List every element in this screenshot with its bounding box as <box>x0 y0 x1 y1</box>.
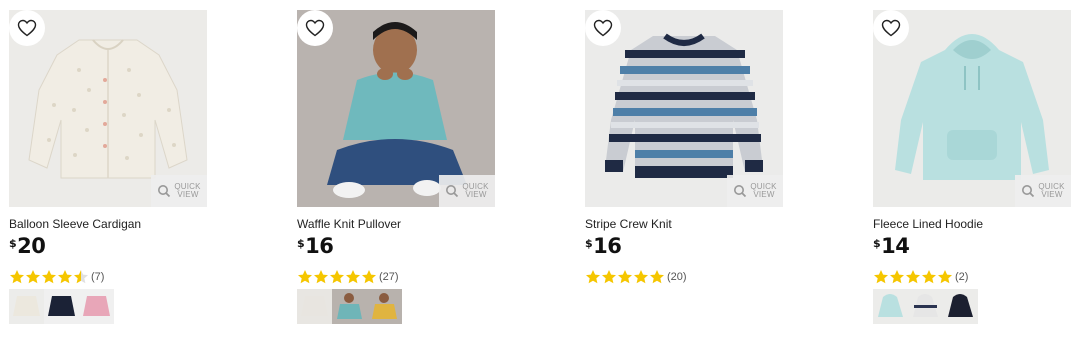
product-name[interactable]: Balloon Sleeve Cardigan <box>9 217 207 231</box>
star-icon <box>57 269 73 285</box>
wishlist-heart-icon[interactable] <box>873 10 909 46</box>
wishlist-heart-icon[interactable] <box>297 10 333 46</box>
product-image[interactable]: QUICK VIEW <box>297 10 495 207</box>
star-icon <box>345 269 361 285</box>
wishlist-heart-icon[interactable] <box>585 10 621 46</box>
swatch-mustard[interactable] <box>367 289 402 324</box>
star-icon <box>921 269 937 285</box>
swatch-oatmeal[interactable] <box>297 289 332 324</box>
quick-view-button[interactable]: QUICK VIEW <box>1015 175 1071 207</box>
swatch-cream[interactable] <box>9 289 44 324</box>
product-image[interactable]: QUICK VIEW <box>873 10 1071 207</box>
product-name[interactable]: Stripe Crew Knit <box>585 217 783 231</box>
star-rating <box>297 269 377 285</box>
star-icon <box>937 269 953 285</box>
star-icon <box>329 269 345 285</box>
star-icon <box>73 269 89 285</box>
star-icon <box>41 269 57 285</box>
review-count: (2) <box>955 271 969 283</box>
product-card[interactable]: QUICK VIEW Fleece Lined Hoodie $14 (2) <box>873 10 1071 324</box>
color-swatches <box>873 289 1071 324</box>
product-rating[interactable]: (27) <box>297 268 495 286</box>
product-name[interactable]: Fleece Lined Hoodie <box>873 217 1071 231</box>
quick-view-label: QUICK VIEW <box>750 182 777 199</box>
star-icon <box>889 269 905 285</box>
star-rating <box>873 269 953 285</box>
swatch-navy[interactable] <box>44 289 79 324</box>
star-icon <box>617 269 633 285</box>
star-icon <box>633 269 649 285</box>
product-name[interactable]: Waffle Knit Pullover <box>297 217 495 231</box>
star-icon <box>313 269 329 285</box>
review-count: (20) <box>667 271 687 283</box>
product-image[interactable]: QUICK VIEW <box>9 10 207 207</box>
color-swatches <box>297 289 495 324</box>
star-icon <box>297 269 313 285</box>
swatch-grey-stripe[interactable] <box>908 289 943 324</box>
star-rating <box>9 269 89 285</box>
star-icon <box>361 269 377 285</box>
product-image[interactable]: QUICK VIEW <box>585 10 783 207</box>
product-card[interactable]: QUICK VIEW Balloon Sleeve Cardigan $20 (7… <box>9 10 207 324</box>
quick-view-label: QUICK VIEW <box>1038 182 1065 199</box>
swatch-aqua[interactable] <box>873 289 908 324</box>
product-card[interactable]: QUICK VIEW Stripe Crew Knit $16 (20) <box>585 10 783 286</box>
quick-view-button[interactable]: QUICK VIEW <box>727 175 783 207</box>
product-card[interactable]: QUICK VIEW Waffle Knit Pullover $16 (27) <box>297 10 495 324</box>
product-price: $14 <box>873 234 910 258</box>
product-rating[interactable]: (2) <box>873 268 1071 286</box>
star-icon <box>649 269 665 285</box>
review-count: (7) <box>91 271 105 283</box>
product-rating[interactable]: (20) <box>585 268 783 286</box>
product-price: $20 <box>9 234 46 258</box>
quick-view-label: QUICK VIEW <box>462 182 489 199</box>
star-icon <box>905 269 921 285</box>
swatch-pink[interactable] <box>79 289 114 324</box>
star-icon <box>601 269 617 285</box>
swatch-navy[interactable] <box>943 289 978 324</box>
product-rating[interactable]: (7) <box>9 268 207 286</box>
star-icon <box>873 269 889 285</box>
star-icon <box>585 269 601 285</box>
color-swatches <box>9 289 207 324</box>
product-price: $16 <box>585 234 622 258</box>
product-price: $16 <box>297 234 334 258</box>
magnifier-icon <box>158 185 171 198</box>
star-rating <box>585 269 665 285</box>
swatch-teal[interactable] <box>332 289 367 324</box>
quick-view-button[interactable]: QUICK VIEW <box>151 175 207 207</box>
magnifier-icon <box>446 185 459 198</box>
star-icon <box>25 269 41 285</box>
wishlist-heart-icon[interactable] <box>9 10 45 46</box>
review-count: (27) <box>379 271 399 283</box>
product-grid: QUICK VIEW Balloon Sleeve Cardigan $20 (7… <box>0 0 1080 348</box>
magnifier-icon <box>734 185 747 198</box>
star-icon <box>9 269 25 285</box>
quick-view-button[interactable]: QUICK VIEW <box>439 175 495 207</box>
magnifier-icon <box>1022 185 1035 198</box>
quick-view-label: QUICK VIEW <box>174 182 201 199</box>
